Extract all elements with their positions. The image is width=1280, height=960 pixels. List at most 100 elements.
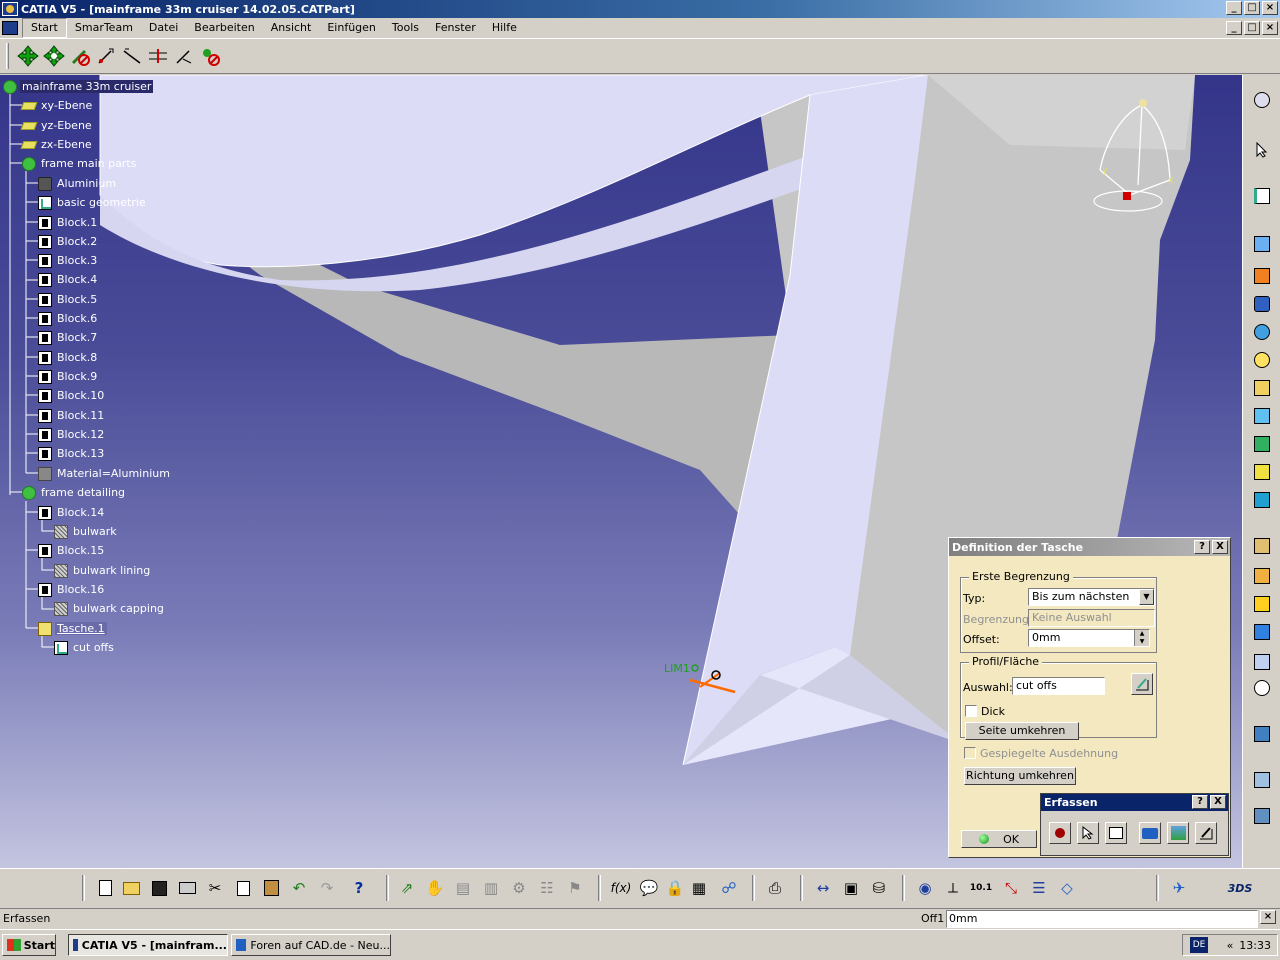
lock-icon[interactable]: 🔒 — [664, 877, 686, 899]
constraint-display-icon[interactable]: ⤡ — [1000, 877, 1022, 899]
loft-icon[interactable] — [1251, 461, 1273, 483]
tree-node-basic-geometrie[interactable]: basic geometrie — [38, 194, 148, 211]
draft-icon[interactable] — [1251, 593, 1273, 615]
tree-node-block-9[interactable]: Block.9 — [38, 368, 99, 385]
snapshot-icon[interactable]: ▤ — [452, 877, 474, 899]
dick-checkbox[interactable] — [965, 705, 977, 717]
command-clear-button[interactable]: × — [1260, 910, 1276, 924]
erfassen-title-bar[interactable]: Erfassen ? X — [1041, 794, 1228, 811]
formula-icon[interactable]: f(x) — [610, 877, 632, 899]
tray-expand-icon[interactable]: « — [1227, 939, 1234, 952]
tree-node-bulwark-capping[interactable]: bulwark capping — [54, 600, 166, 617]
document-icon[interactable] — [2, 21, 18, 35]
capture-album-button[interactable] — [1167, 822, 1189, 844]
tree-node-block-12[interactable]: Block.12 — [38, 426, 106, 443]
surface-layer-icon[interactable] — [1251, 723, 1273, 745]
tree-expand-icon[interactable]: ☷ — [536, 877, 558, 899]
no-constraint-icon[interactable] — [197, 43, 223, 69]
analysis-icon[interactable] — [1251, 805, 1273, 827]
catia-app-icon[interactable] — [2, 2, 18, 16]
tree-node-aluminium[interactable]: Aluminium — [38, 175, 118, 192]
tree-node-zx-plane[interactable]: zx-Ebene — [20, 136, 94, 153]
capture-options-button[interactable] — [1105, 822, 1127, 844]
doc-close-button[interactable]: × — [1262, 21, 1278, 35]
dialog-title-bar[interactable]: Definition der Tasche ? X — [949, 538, 1230, 556]
tree-node-bulwark[interactable]: bulwark — [54, 523, 119, 540]
help-whats-this-icon[interactable]: ? — [348, 877, 370, 899]
line-icon[interactable] — [119, 43, 145, 69]
open-folder-icon[interactable] — [120, 877, 142, 899]
constraint-icon[interactable] — [171, 43, 197, 69]
sketcher-icon[interactable] — [1251, 185, 1273, 207]
capture-settings-button[interactable] — [1195, 822, 1217, 844]
select-arrow-icon[interactable] — [1251, 139, 1273, 161]
seite-umkehren-button[interactable]: Seite umkehren — [965, 722, 1079, 740]
tree-node-bulwark-lining[interactable]: bulwark lining — [54, 562, 152, 579]
menu-datei[interactable]: Datei — [141, 19, 186, 37]
measure-icon[interactable] — [1251, 769, 1273, 791]
menu-fenster[interactable]: Fenster — [427, 19, 484, 37]
tree-node-block-4[interactable]: Block.4 — [38, 271, 99, 288]
tree-node-yz-plane[interactable]: yz-Ebene — [20, 117, 94, 134]
tree-node-block-10[interactable]: Block.10 — [38, 387, 106, 404]
pan-icon[interactable] — [15, 43, 41, 69]
new-file-icon[interactable] — [94, 877, 116, 899]
pad-icon[interactable] — [1251, 233, 1273, 255]
tree-node-block-16[interactable]: Block.16 — [38, 581, 106, 598]
tree-node-xy-plane[interactable]: xy-Ebene — [20, 97, 94, 114]
no-snap-icon[interactable] — [67, 43, 93, 69]
limit-point[interactable] — [691, 664, 699, 672]
publish-icon[interactable]: ⚑ — [564, 877, 586, 899]
distance-icon[interactable] — [145, 43, 171, 69]
minimize-button[interactable]: _ — [1226, 1, 1242, 15]
start-button[interactable]: Start — [2, 934, 56, 956]
erfassen-help-button[interactable]: ? — [1192, 795, 1208, 809]
catalog-icon[interactable]: ⎙ — [764, 877, 786, 899]
copy-object-icon[interactable]: ▥ — [480, 877, 502, 899]
toolbar-grip[interactable] — [6, 43, 9, 69]
copy-icon[interactable] — [232, 877, 254, 899]
hole-icon[interactable] — [1251, 349, 1273, 371]
update-icon[interactable]: ⇗ — [396, 877, 418, 899]
menu-einfuegen[interactable]: Einfügen — [319, 19, 384, 37]
tree-node-block-15[interactable]: Block.15 — [38, 542, 106, 559]
layer-icon[interactable]: ◇ — [1056, 877, 1078, 899]
tree-node-block-8[interactable]: Block.8 — [38, 349, 99, 366]
tree-node-tasche-1[interactable]: Tasche.1 — [38, 620, 107, 637]
command-input[interactable]: 0mm — [946, 910, 1258, 928]
remove-loft-icon[interactable] — [1251, 489, 1273, 511]
tree-root[interactable]: mainframe 33m cruiser — [3, 78, 154, 95]
doc-minimize-button[interactable]: _ — [1226, 21, 1242, 35]
close-button[interactable]: × — [1262, 1, 1278, 15]
tree-node-block-14[interactable]: Block.14 — [38, 504, 106, 521]
doc-restore-button[interactable]: □ — [1244, 21, 1260, 35]
menu-bearbeiten[interactable]: Bearbeiten — [186, 19, 262, 37]
redo-icon[interactable]: ↷ — [316, 877, 338, 899]
record-button[interactable] — [1049, 822, 1071, 844]
replace-icon[interactable]: ⚙ — [508, 877, 530, 899]
tree-node-block-1[interactable]: Block.1 — [38, 214, 99, 231]
menu-hilfe[interactable]: Hilfe — [484, 19, 525, 37]
compass-tool-icon[interactable] — [1251, 89, 1273, 111]
shaft-icon[interactable] — [1251, 293, 1273, 315]
ok-button[interactable]: OK — [961, 830, 1037, 848]
typ-select[interactable]: Bis zum nächsten ▼ — [1028, 588, 1155, 606]
axis-icon[interactable]: ⟂ — [942, 877, 964, 899]
tree-node-frame-detailing[interactable]: frame detailing — [22, 484, 127, 501]
tree-node-block-7[interactable]: Block.7 — [38, 329, 99, 346]
offset-field[interactable]: 0mm ▲ ▼ — [1028, 629, 1150, 647]
tree-node-block-6[interactable]: Block.6 — [38, 310, 99, 327]
slot-icon[interactable] — [1251, 405, 1273, 427]
dropdown-arrow-icon[interactable]: ▼ — [1139, 589, 1154, 605]
tree-node-frame-main-parts[interactable]: frame main parts — [22, 155, 138, 172]
catia-logo-icon[interactable]: 3DS — [1212, 877, 1268, 899]
fillet-icon[interactable] — [1251, 535, 1273, 557]
point-icon[interactable] — [93, 43, 119, 69]
tree-node-material-aluminium[interactable]: Material=Aluminium — [38, 465, 172, 482]
tree-node-cut-offs[interactable]: cut offs — [54, 639, 116, 656]
tree-node-block-11[interactable]: Block.11 — [38, 407, 106, 424]
dimension-icon[interactable]: ☰ — [1028, 877, 1050, 899]
capture-camera-button[interactable] — [1139, 822, 1161, 844]
richtung-umkehren-button[interactable]: Richtung umkehren — [964, 767, 1076, 785]
shell-icon[interactable] — [1251, 621, 1273, 643]
